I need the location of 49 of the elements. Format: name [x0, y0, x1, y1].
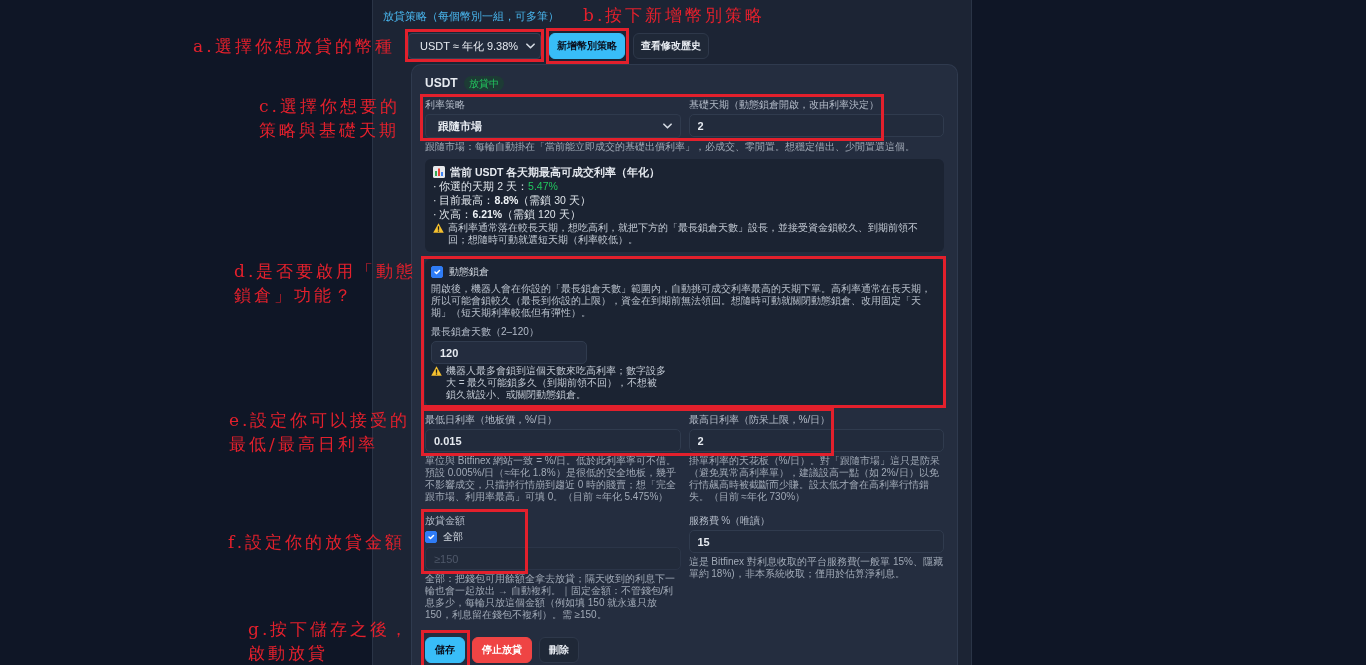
add-strategy-button[interactable]: 新增幣別策略	[549, 33, 625, 59]
field-label: 利率策略	[425, 98, 465, 111]
rate-line: · 次高：6.21%（需鎖 120 天）	[433, 207, 581, 221]
field-label: 最低日利率（地板價，%/日）	[425, 413, 557, 427]
warning-text: 高利率通常落在較長天期，想吃高利，就把下方的「最長鎖倉天數」設長，並接受資金鎖較久、到期前領不回；想隨時可動就選短天期（利率較低）。	[448, 222, 919, 246]
hint-text: 全部：把錢包可用餘額全拿去放貸；隔天收到的利息下一輪也會一起放出 → 自動複利。｜固定金額：不管錢包/利息多少，每輪只放這個金額（例如填 150 就永遠只放 150，利息留在錢包不複利）。需 ≥150。	[425, 573, 676, 622]
max-days-input[interactable]: 120	[431, 341, 587, 365]
save-button[interactable]: 儲存	[425, 637, 465, 664]
currency-select[interactable]: USDT ≈ 年化 9.38%	[408, 33, 541, 59]
chevron-down-icon	[526, 43, 536, 49]
highlight-frame	[421, 630, 470, 665]
warning-text: 機器人最多會鎖到這個天數來吃高利率；數字設多大 = 最久可能鎖多久（到期前領不回），不想被鎖久就設小、或關閉動態鎖倉。	[446, 365, 667, 402]
field-label: 最高日利率（防呆上限，%/日）	[688, 413, 831, 427]
annotation-label: b.按下新增幣別策略	[583, 4, 766, 27]
rate-info-title: 當前 USDT 各天期最高可成交利率（年化）	[450, 165, 661, 179]
chevron-down-icon	[662, 123, 672, 129]
annotation-label: g.按下儲存之後， 啟動放貸	[248, 618, 411, 665]
rate-line: · 目前最高：8.8%（需鎖 30 天）	[433, 193, 591, 207]
currency-name: USDT	[425, 75, 458, 91]
warning-icon	[431, 366, 442, 377]
bar-chart-icon	[433, 166, 445, 178]
strategy-select[interactable]: 跟隨市場	[425, 114, 681, 138]
history-button[interactable]: 查看修改歷史	[633, 33, 709, 59]
warning-icon	[433, 223, 444, 233]
period-input[interactable]: 2	[688, 114, 944, 137]
annotation-label: c.選擇你想要的 策略與基礎天期	[259, 95, 400, 142]
hint-text: 單位與 Bitfinex 網站一致 = %/日。低於此利率寧可不借。預設 0.005%/日（≈年化 1.8%）是很低的安全地板，幾乎不影響成交，只擋掉行情崩到趨近 0 時的賤賣；想「完全跟市場、利用率最高」可填 0。（目前 ≈年化 5.475%）	[425, 455, 678, 504]
field-label: 服務費 %（唯讀）	[688, 514, 771, 528]
delete-button[interactable]: 刪除	[539, 637, 579, 664]
rate-line: · 你選的天期 2 天：5.47%	[433, 179, 558, 193]
hint-text: 這是 Bitfinex 對利息收取的平台服務費(一般單 15%、隱藏單約 18%)，非本系統收取；僅用於估算淨利息。	[688, 556, 944, 581]
hint-text: 開啟後，機器人會在你設的「最長鎖倉天數」範圍內，自動挑可成交利率最高的天期下單。高利率通常在長天期，所以可能會鎖較久（最長到你設的上限），資金在到期前無法領回。想隨時可動就關閉動態鎖倉、改用固定「天期」（短天期利率較低但有彈性）。	[431, 283, 932, 320]
status-badge: 放貸中	[463, 75, 504, 91]
field-label: 基礎天期（動態鎖倉開啟，改由利率決定）	[688, 98, 879, 111]
min-rate-input[interactable]: 0.015	[425, 429, 681, 453]
service-fee-input[interactable]: 15	[688, 530, 944, 554]
annotation-label: d.是否要啟用「動態 鎖倉」功能？	[234, 260, 417, 307]
hint-text: 掛單利率的天花板（%/日）。對「跟隨市場」這只是防呆（避免異常高利率單），建議設高一點（如 2%/日）以免行情飆高時被截斷而少賺。設太低才會在高利率行情錯失。（目前 ≈年化 730%）	[688, 455, 942, 504]
max-rate-input[interactable]: 2	[688, 429, 944, 453]
annotation-label: e.設定你可以接受的 最低/最高日利率	[229, 409, 411, 456]
field-label: 最長鎖倉天數（2–120）	[431, 325, 539, 339]
stop-lending-button[interactable]: 停止放貸	[472, 637, 532, 664]
hint-text: 跟隨市場：每輪自動掛在「當前能立即成交的基礎出價利率」，必成交、零閒置。想穩定借出、少閒置選這個。	[425, 141, 916, 153]
lock-checkbox[interactable]	[431, 266, 443, 278]
annotation-label: a.選擇你想放貸的幣種	[193, 35, 395, 58]
annotation-label: f.設定你的放貸金額	[228, 531, 406, 554]
field-label: 放貸金額	[425, 514, 465, 528]
checkbox-label[interactable]: 動態鎖倉	[449, 265, 489, 279]
section-title: 放貸策略（每個幣別一組，可多筆）	[383, 9, 559, 23]
